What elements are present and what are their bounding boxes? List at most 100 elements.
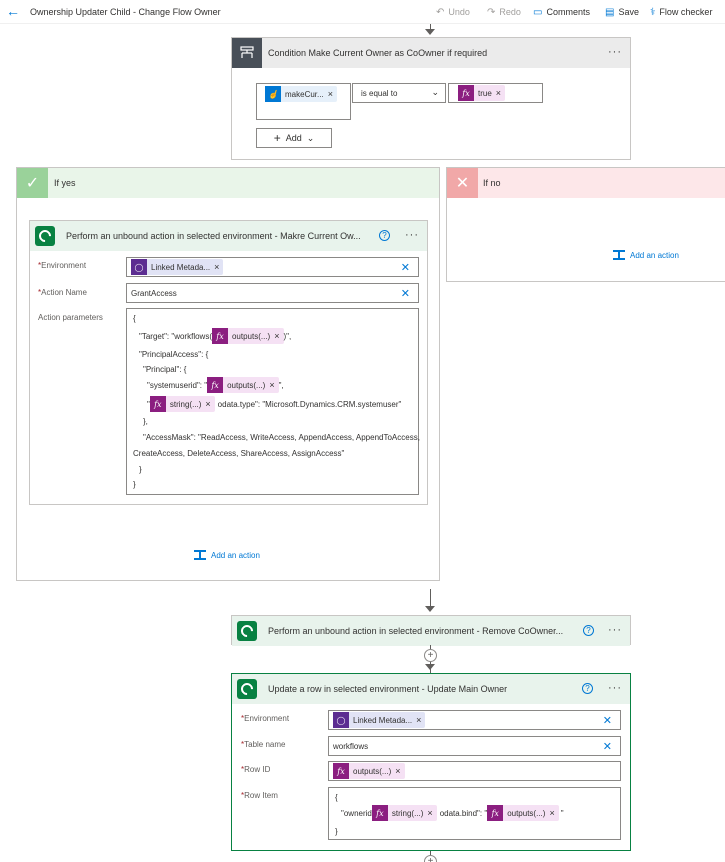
row-id-input[interactable]: fx outputs(...) × <box>328 761 621 781</box>
row-id-label: *Row ID <box>241 765 271 774</box>
expression-token[interactable]: fx outputs(...) × <box>333 763 405 779</box>
remove-token-icon: × <box>427 808 433 818</box>
remove-token-icon[interactable]: × <box>328 89 337 99</box>
row-item-editor[interactable]: { "ownerid fx string(...) × odata.bind": "… <box>328 787 621 840</box>
trigger-token[interactable]: ☝ makeCur... × <box>265 86 337 102</box>
action-parameters-editor[interactable]: { "Target": "workflows( fx outputs(...) × … <box>126 308 420 495</box>
remove-token-icon: × <box>205 399 211 409</box>
if-no-label: If no <box>483 178 501 188</box>
table-name-input[interactable]: workflows ✕ <box>328 736 621 756</box>
remove-token-icon[interactable]: × <box>395 766 404 776</box>
clear-icon[interactable]: ✕ <box>401 261 410 274</box>
action-name-label: *Action Name <box>38 288 87 297</box>
if-yes-add-action[interactable]: Add an action <box>194 550 260 560</box>
environment-input[interactable]: ◯ Linked Metada... × ✕ <box>328 710 621 730</box>
insert-step-icon[interactable]: + <box>424 649 437 662</box>
flow-title: Ownership Updater Child - Change Flow Ow… <box>30 7 221 17</box>
touch-icon: ☝ <box>265 86 281 102</box>
save-button[interactable]: ▤ Save <box>605 5 639 19</box>
save-icon: ▤ <box>605 6 615 18</box>
chevron-down-icon: ⌄ <box>431 87 439 97</box>
flow-checker-button[interactable]: ⚕ Flow checker <box>650 5 712 19</box>
connector-arrow <box>425 606 435 612</box>
if-no-header: ✕ If no <box>447 168 725 198</box>
remove-coowner-action-card[interactable]: Perform an unbound action in selected en… <box>231 615 631 646</box>
back-arrow-icon[interactable]: ← <box>6 3 20 19</box>
dataverse-icon <box>237 621 257 641</box>
fx-icon: fx <box>458 85 474 101</box>
remove-token-icon: × <box>269 380 275 390</box>
environment-input[interactable]: ◯ Linked Metada... × ✕ <box>126 257 419 277</box>
add-condition-button[interactable]: + Add ⌄ <box>256 128 332 148</box>
row-item-label: *Row Item <box>241 791 278 800</box>
condition-left-operand[interactable]: ☝ makeCur... × <box>256 83 351 120</box>
condition-header[interactable]: Condition Make Current Owner as CoOwner … <box>232 38 630 68</box>
fx-icon: fx <box>333 763 349 779</box>
help-icon[interactable]: ? <box>379 230 390 241</box>
fx-icon: fx <box>149 396 166 412</box>
expression-token[interactable]: fx outputs(...) × <box>207 377 279 393</box>
comment-icon: ▭ <box>533 6 543 18</box>
connector-arrow <box>425 29 435 35</box>
more-options-icon[interactable]: ··· <box>405 229 419 241</box>
environment-icon: ◯ <box>333 712 349 728</box>
environment-icon: ◯ <box>131 259 147 275</box>
action-name-input[interactable]: GrantAccess ✕ <box>126 283 419 303</box>
if-yes-header: ✓ If yes <box>17 168 439 198</box>
undo-button[interactable]: ↶ Undo <box>436 5 470 19</box>
remove-token-icon: × <box>274 331 280 341</box>
redo-button[interactable]: ↷ Redo <box>487 5 521 19</box>
more-options-icon[interactable]: ··· <box>608 46 622 58</box>
fx-icon: fx <box>371 805 388 821</box>
condition-right-operand[interactable]: fx true × <box>448 83 543 103</box>
linked-metadata-token[interactable]: ◯ Linked Metada... × <box>131 259 224 275</box>
update-row-title: Update a row in selected environment - U… <box>268 684 508 694</box>
expression-token[interactable]: fx true × <box>458 85 506 101</box>
comments-button[interactable]: ▭ Comments <box>533 5 590 19</box>
operator-dropdown[interactable]: is equal to ⌄ <box>352 83 446 103</box>
remove-token-icon: × <box>549 808 555 818</box>
expression-token[interactable]: fx outputs(...) × <box>487 805 559 821</box>
expression-token[interactable]: fx string(...) × <box>371 805 437 821</box>
connector-arrow <box>425 664 435 670</box>
undo-icon: ↶ <box>436 6 445 18</box>
table-name-label: *Table name <box>241 740 286 749</box>
help-icon[interactable]: ? <box>582 683 593 694</box>
grant-access-action-card: Perform an unbound action in selected en… <box>29 220 428 505</box>
close-icon: ✕ <box>447 168 478 198</box>
remove-token-icon[interactable]: × <box>416 715 425 725</box>
clear-icon[interactable]: ✕ <box>401 287 410 300</box>
environment-label: *Environment <box>38 261 87 270</box>
more-options-icon[interactable]: ··· <box>608 682 622 694</box>
expression-token[interactable]: fx string(...) × <box>149 396 215 412</box>
more-options-icon[interactable]: ··· <box>608 624 622 636</box>
remove-token-icon[interactable]: × <box>214 262 223 272</box>
fx-icon: fx <box>207 377 224 393</box>
environment-label: *Environment <box>241 714 290 723</box>
fx-icon: fx <box>487 805 504 821</box>
remove-token-icon[interactable]: × <box>496 88 505 98</box>
if-no-branch: ✕ If no Add an action <box>446 167 725 282</box>
update-row-action-card: Update a row in selected environment - U… <box>231 673 631 851</box>
update-row-header[interactable]: Update a row in selected environment - U… <box>232 674 630 704</box>
top-toolbar: ← Ownership Updater Child - Change Flow … <box>0 0 725 24</box>
if-yes-branch: ✓ If yes Perform an unbound action in se… <box>16 167 440 581</box>
grant-access-header[interactable]: Perform an unbound action in selected en… <box>30 221 427 251</box>
insert-step-icon[interactable]: + <box>424 855 437 862</box>
chevron-down-icon: ⌄ <box>306 132 315 143</box>
linked-metadata-token[interactable]: ◯ Linked Metada... × <box>333 712 426 728</box>
add-action-icon <box>613 250 625 260</box>
add-action-icon <box>194 550 206 560</box>
grant-access-title: Perform an unbound action in selected en… <box>66 231 361 241</box>
if-no-add-action[interactable]: Add an action <box>613 250 679 260</box>
if-yes-label: If yes <box>54 178 76 188</box>
clear-icon[interactable]: ✕ <box>603 740 612 753</box>
condition-card: Condition Make Current Owner as CoOwner … <box>231 37 631 160</box>
help-icon[interactable]: ? <box>583 625 594 636</box>
expression-token[interactable]: fx outputs(...) × <box>211 328 284 344</box>
fx-icon: fx <box>211 328 228 344</box>
redo-icon: ↷ <box>487 6 496 18</box>
clear-icon[interactable]: ✕ <box>603 714 612 727</box>
action-parameters-label: Action parameters <box>38 313 103 322</box>
checkmark-icon: ✓ <box>17 168 48 198</box>
